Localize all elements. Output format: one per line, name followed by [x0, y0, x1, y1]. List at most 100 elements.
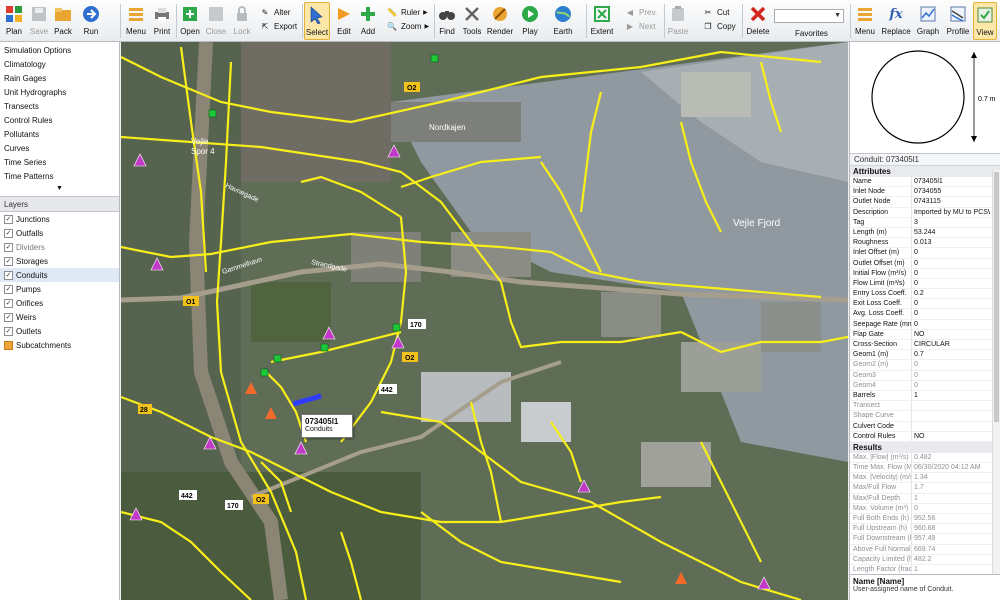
- property-row[interactable]: Roughness 0.013: [850, 238, 1000, 249]
- print-button[interactable]: Print: [150, 2, 174, 40]
- property-row[interactable]: Barrels 1: [850, 390, 1000, 402]
- layer-checkbox[interactable]: ✓: [4, 284, 13, 294]
- prev-button[interactable]: ◀ Prev.: [624, 6, 657, 18]
- layer-checkbox[interactable]: ✓: [4, 270, 13, 280]
- property-value[interactable]: 0: [912, 259, 990, 268]
- property-value[interactable]: 0: [912, 360, 990, 369]
- property-row[interactable]: Full Both Ends (h) 952.56: [850, 514, 1000, 525]
- property-row[interactable]: Name 073405l1: [850, 177, 1000, 188]
- nav-item-curves[interactable]: Curves: [0, 142, 119, 156]
- pack-button[interactable]: Pack: [52, 2, 74, 40]
- find-button[interactable]: Find: [436, 2, 458, 40]
- tools-button[interactable]: Tools: [460, 2, 484, 40]
- property-value[interactable]: 669.74: [912, 545, 990, 554]
- zoom-button[interactable]: 🔍 Zoom ▶: [386, 20, 429, 32]
- edit-button[interactable]: Edit: [332, 2, 356, 40]
- property-row[interactable]: Max. |Flow| (m³/s) 0.482: [850, 452, 1000, 464]
- property-value[interactable]: [912, 401, 990, 410]
- earth-button[interactable]: Earth: [548, 2, 578, 40]
- property-value[interactable]: 1: [912, 494, 990, 503]
- property-row[interactable]: Control Rules NO: [850, 431, 1000, 442]
- nav-item-time-series[interactable]: Time Series: [0, 156, 119, 170]
- nav-item-unit-hydrographs[interactable]: Unit Hydrographs: [0, 86, 119, 100]
- layer-storages[interactable]: ✓ Storages: [0, 254, 119, 268]
- property-value[interactable]: NO: [912, 330, 990, 339]
- export-button[interactable]: ⇱ Export: [259, 20, 297, 32]
- property-value[interactable]: [912, 411, 990, 420]
- view-button[interactable]: View: [973, 2, 997, 40]
- layer-checkbox[interactable]: ✓: [4, 256, 13, 266]
- property-value[interactable]: 1: [912, 565, 990, 574]
- property-row[interactable]: Culvert Code: [850, 421, 1000, 432]
- property-value[interactable]: [912, 422, 990, 431]
- property-row[interactable]: Cross-Section CIRCULAR: [850, 340, 1000, 351]
- lock-button[interactable]: Lock: [230, 2, 254, 40]
- nav-item-transects[interactable]: Transects: [0, 100, 119, 114]
- property-value[interactable]: 0.2: [912, 289, 990, 298]
- delete-button[interactable]: Delete: [744, 2, 772, 40]
- ruler-button[interactable]: 📏 Ruler ▶: [386, 6, 428, 18]
- layer-checkbox[interactable]: ✓: [4, 228, 13, 238]
- property-row[interactable]: Capacity Limited (h) 482.2: [850, 554, 1000, 565]
- property-row[interactable]: Full Downstream (h) 957.49: [850, 534, 1000, 545]
- property-row[interactable]: Inlet Node 0734055: [850, 187, 1000, 198]
- property-value[interactable]: 0734055: [912, 187, 990, 196]
- property-value[interactable]: 073405l1: [912, 177, 990, 186]
- property-row[interactable]: Inlet Offset (m) 0: [850, 248, 1000, 259]
- property-value[interactable]: 0: [912, 299, 990, 308]
- property-row[interactable]: Initial Flow (m³/s) 0: [850, 268, 1000, 279]
- scrollbar-thumb[interactable]: [994, 172, 999, 422]
- storage-node[interactable]: [320, 343, 329, 352]
- property-value[interactable]: 1.34: [912, 473, 990, 482]
- layer-checkbox[interactable]: ✓: [4, 242, 13, 252]
- property-row[interactable]: DescriptionImported by MU to PCSWMM: [850, 207, 1000, 218]
- property-row[interactable]: Length (m) 53.244: [850, 227, 1000, 239]
- property-row[interactable]: Geom3 0: [850, 370, 1000, 381]
- map-canvas[interactable]: Vejle Spor 4 Nordkajen Vejle Fjord Havne…: [121, 42, 848, 600]
- property-row[interactable]: Max. |Velocity| (m/s) 1.34: [850, 473, 1000, 484]
- copy-button[interactable]: ❐ Copy: [702, 20, 735, 32]
- property-row[interactable]: Entry Loss Coeff. 0.2: [850, 289, 1000, 300]
- layer-weirs[interactable]: ✓ Weirs: [0, 310, 119, 324]
- property-row[interactable]: Outlet Offset (m) 0: [850, 258, 1000, 269]
- property-value[interactable]: 0: [912, 371, 990, 380]
- layer-pumps[interactable]: ✓ Pumps: [0, 282, 119, 296]
- nav-item-pollutants[interactable]: Pollutants: [0, 128, 119, 142]
- property-row[interactable]: Geom4 0: [850, 380, 1000, 391]
- plan-button[interactable]: Plan: [3, 2, 25, 40]
- properties-scrollbar[interactable]: [992, 170, 1000, 574]
- property-value[interactable]: 1.7: [912, 483, 990, 492]
- property-value[interactable]: 06/30/2020 04:12 AM: [912, 463, 990, 472]
- render-button[interactable]: Render: [486, 2, 514, 40]
- storage-node[interactable]: [430, 54, 439, 63]
- cut-button[interactable]: ✂ Cut: [702, 6, 730, 18]
- subcatchment-swatch-icon[interactable]: [4, 340, 13, 350]
- property-value[interactable]: 0: [912, 248, 990, 257]
- profile-button[interactable]: Profile: [944, 2, 972, 40]
- nav-more-arrow-icon[interactable]: ▼: [0, 184, 119, 194]
- property-value[interactable]: 952.56: [912, 514, 990, 523]
- property-row[interactable]: Full Upstream (h) 960.68: [850, 524, 1000, 535]
- layer-outlets[interactable]: ✓ Outlets: [0, 324, 119, 338]
- nav-item-climatology[interactable]: Climatology: [0, 58, 119, 72]
- property-row[interactable]: Exit Loss Coeff. 0: [850, 299, 1000, 310]
- attributes-section-header[interactable]: Attributes: [850, 166, 1000, 177]
- property-value[interactable]: 960.68: [912, 524, 990, 533]
- graph-button[interactable]: Graph: [914, 2, 942, 40]
- property-value[interactable]: 0: [912, 269, 990, 278]
- nav-item-control-rules[interactable]: Control Rules: [0, 114, 119, 128]
- layer-checkbox[interactable]: ✓: [4, 312, 13, 322]
- property-row[interactable]: Time Max. Flow (M... 06/30/2020 04:12 AM: [850, 463, 1000, 474]
- menu-button[interactable]: Menu: [124, 2, 148, 40]
- add-button[interactable]: Add: [356, 2, 380, 40]
- save-button[interactable]: Save: [28, 2, 50, 40]
- open-button[interactable]: Open: [178, 2, 202, 40]
- layer-outfalls[interactable]: ✓ Outfalls: [0, 226, 119, 240]
- storage-node[interactable]: [273, 354, 282, 363]
- property-value[interactable]: 0: [912, 309, 990, 318]
- property-row[interactable]: Max. Volume (m³) 0: [850, 503, 1000, 514]
- property-row[interactable]: Tag 3: [850, 217, 1000, 228]
- property-row[interactable]: Transect: [850, 401, 1000, 412]
- property-row[interactable]: Flow Limit (m³/s) 0: [850, 278, 1000, 290]
- property-row[interactable]: Avg. Loss Coeff. 0: [850, 309, 1000, 320]
